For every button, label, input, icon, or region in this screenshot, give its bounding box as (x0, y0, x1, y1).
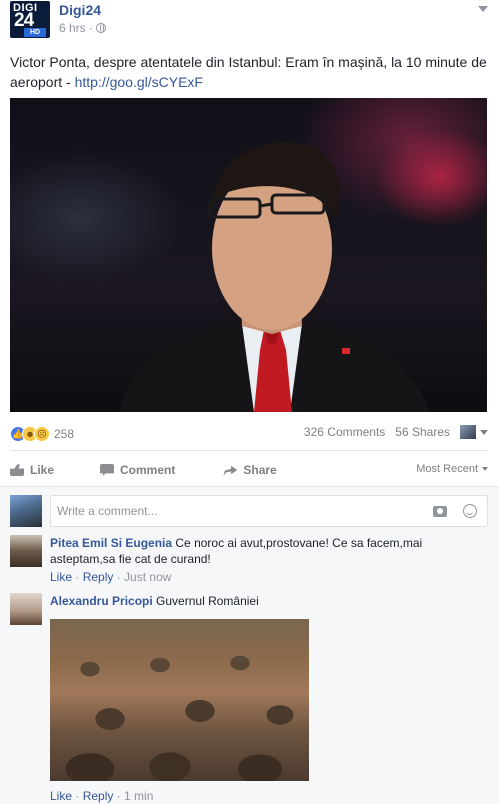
share-button[interactable]: Share (223, 463, 277, 477)
action-bar: Like Comment Share Most Recent (10, 458, 488, 482)
globe-icon (95, 23, 106, 33)
comment-label: Comment (120, 463, 176, 477)
comment-meta: Like · Reply · 1 min (50, 789, 154, 803)
post-link[interactable]: http://goo.gl/sCYExF (75, 74, 203, 90)
sad-icon: ☹ (34, 426, 50, 442)
commenter-name[interactable]: Pitea Emil Si Eugenia (50, 536, 172, 550)
avatar[interactable] (10, 495, 42, 527)
avatar[interactable] (10, 593, 42, 625)
comment-time[interactable]: Just now (124, 570, 171, 584)
post-text: Victor Ponta, despre atentatele din Ista… (10, 52, 488, 92)
sort-label: Most Recent (416, 463, 478, 475)
chevron-down-icon (482, 467, 488, 471)
thumbs-up-icon (10, 464, 24, 476)
divider (10, 450, 488, 451)
commenter-name[interactable]: Alexandru Pricopi (50, 594, 153, 608)
page-name-link[interactable]: Digi24 (59, 2, 101, 18)
photo-illustration (120, 142, 430, 412)
post-header: DIGI 24 HD Digi24 6 hrs · (10, 0, 490, 40)
comment-like-link[interactable]: Like (50, 789, 72, 803)
comment-icon (100, 464, 115, 476)
post-time[interactable]: 6 hrs (59, 21, 86, 35)
comment-content: Alexandru Pricopi Guvernul României (50, 593, 486, 609)
share-icon (223, 465, 238, 476)
comment-placeholder: Write a comment... (57, 504, 158, 518)
comments-section: Write a comment... Pitea Emil Si Eugenia… (0, 486, 499, 804)
like-label: Like (30, 463, 55, 477)
comment-reply-link[interactable]: Reply (83, 789, 114, 803)
page-logo[interactable]: DIGI 24 HD (10, 1, 50, 38)
post-card: DIGI 24 HD Digi24 6 hrs · Victor Ponta, … (0, 0, 499, 804)
comment-body: Alexandru Pricopi Guvernul României (50, 593, 486, 609)
comment-button[interactable]: Comment (100, 463, 175, 477)
avatar[interactable] (10, 535, 42, 567)
shares-count[interactable]: 56 Shares (395, 425, 450, 439)
chevron-down-icon[interactable] (478, 6, 488, 12)
reactions-summary[interactable]: 👍 ☻ ☹ 258 (10, 426, 74, 442)
like-button[interactable]: Like (10, 463, 54, 477)
comment-meta: Like · Reply · Just now (50, 570, 172, 584)
share-label: Share (243, 463, 277, 477)
comment-content: Pitea Emil Si Eugenia Ce noroc ai avut,p… (50, 535, 486, 567)
comment-time[interactable]: 1 min (124, 789, 153, 803)
meta-separator: · (88, 21, 93, 35)
chevron-down-icon[interactable] (480, 429, 488, 435)
comment-reply-link[interactable]: Reply (83, 570, 114, 584)
logo-badge: HD (24, 28, 46, 37)
post-photo[interactable] (10, 98, 487, 412)
comment-item: Alexandru Pricopi Guvernul României Like… (10, 593, 488, 803)
post-counts: 👍 ☻ ☹ 258 326 Comments 56 Shares (10, 424, 488, 446)
comment-input[interactable]: Write a comment... (50, 495, 488, 527)
comment-like-link[interactable]: Like (50, 570, 72, 584)
comment-item: Pitea Emil Si Eugenia Ce noroc ai avut,p… (10, 535, 488, 585)
comment-text: Guvernul României (156, 594, 259, 608)
viewer-avatar[interactable] (460, 425, 476, 439)
camera-icon[interactable] (433, 506, 447, 517)
sort-dropdown[interactable]: Most Recent (416, 463, 488, 475)
reaction-count: 258 (54, 427, 75, 441)
comment-photo[interactable] (50, 619, 309, 781)
comment-composer: Write a comment... (10, 495, 488, 527)
emoji-icon[interactable] (463, 504, 477, 518)
comment-body: Pitea Emil Si Eugenia Ce noroc ai avut,p… (50, 535, 486, 585)
engagement-counts: 326 Comments 56 Shares (304, 425, 488, 439)
post-meta: 6 hrs · (59, 21, 106, 35)
comments-count[interactable]: 326 Comments (304, 425, 385, 439)
